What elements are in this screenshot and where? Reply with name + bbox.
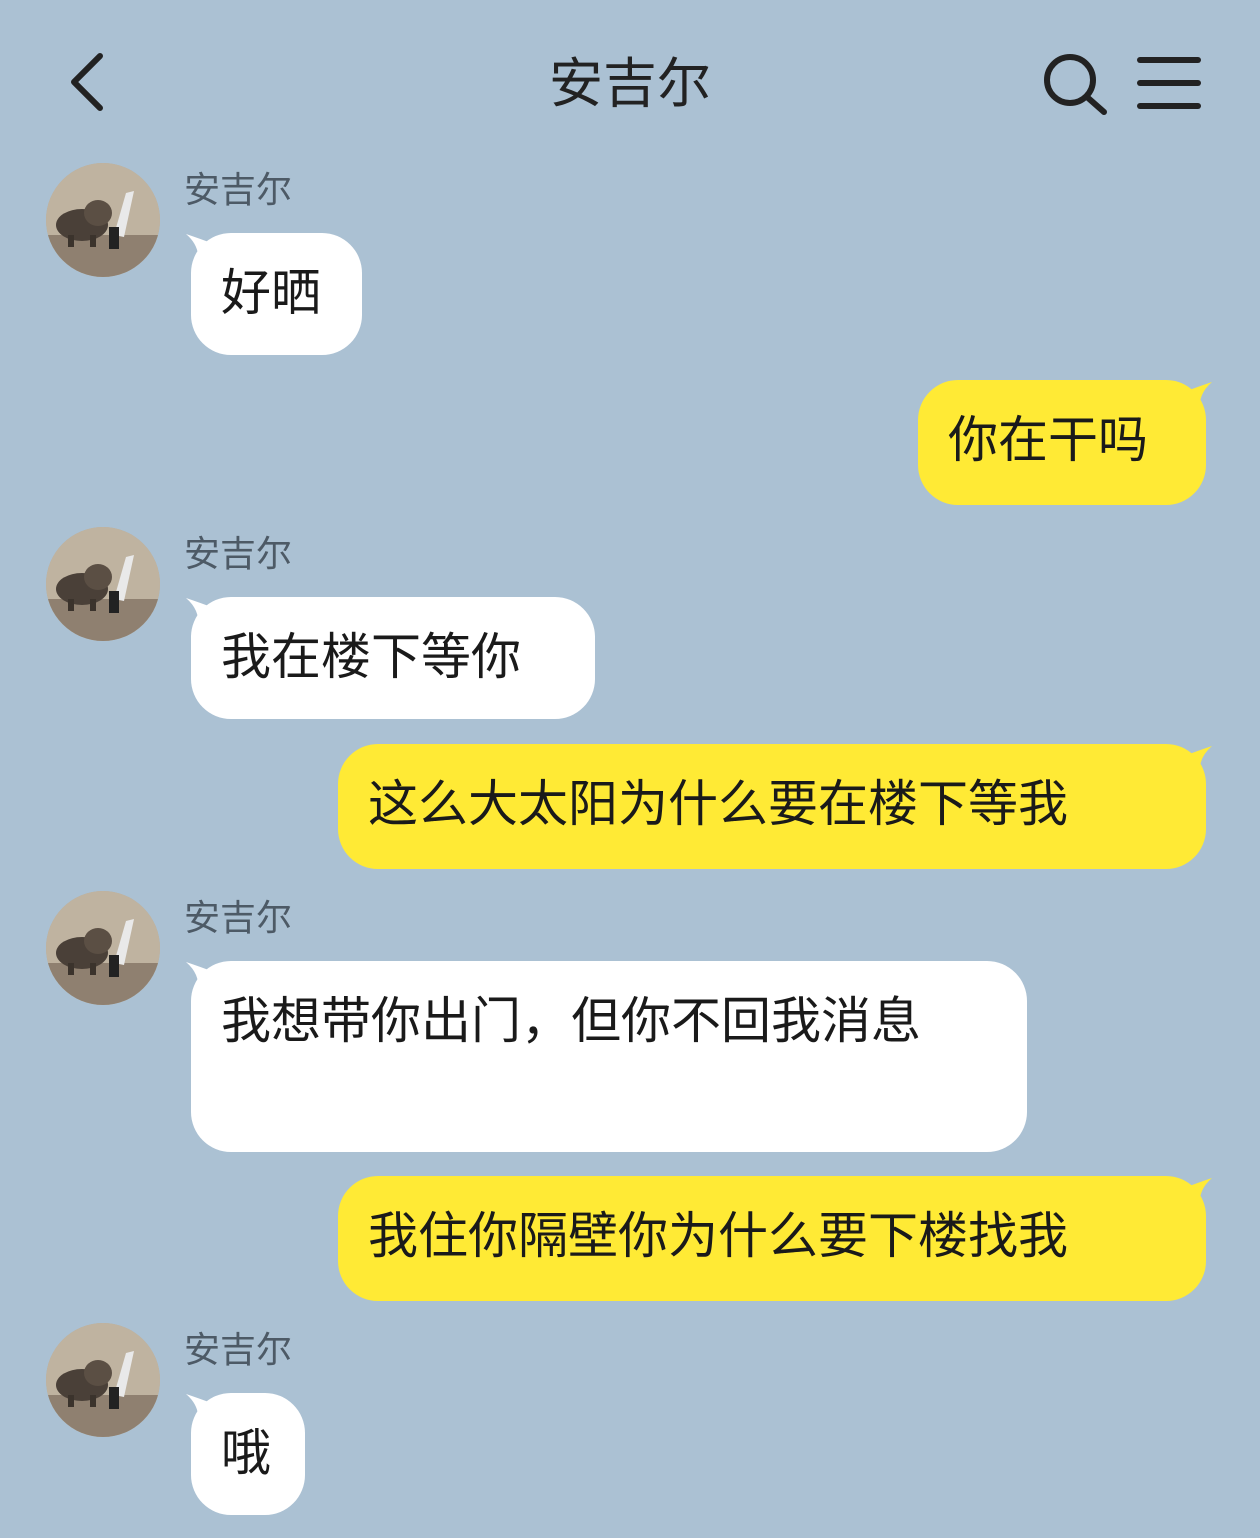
avatar[interactable] xyxy=(46,1323,160,1437)
search-icon xyxy=(1044,54,1107,115)
sender-name: 安吉尔 xyxy=(184,1330,293,1371)
message-bubble-outgoing[interactable]: 这么大太阳为什么要在楼下等我 xyxy=(338,744,1206,869)
sender-name: 安吉尔 xyxy=(184,170,293,211)
search-button[interactable] xyxy=(1040,50,1112,118)
message-bubble-incoming[interactable]: 我在楼下等你 xyxy=(191,597,595,719)
message-bubble-incoming[interactable]: 哦 xyxy=(191,1393,305,1515)
message-bubble-incoming[interactable]: 好晒 xyxy=(191,233,362,355)
sender-name: 安吉尔 xyxy=(184,898,293,939)
avatar[interactable] xyxy=(46,891,160,1005)
menu-button[interactable] xyxy=(1136,52,1202,114)
message-bubble-outgoing[interactable]: 你在干吗 xyxy=(918,380,1206,505)
message-bubble-incoming[interactable]: 我想带你出门，但你不回我消息 xyxy=(191,961,1027,1152)
sender-name: 安吉尔 xyxy=(184,534,293,575)
message-bubble-outgoing[interactable]: 我住你隔壁你为什么要下楼找我 xyxy=(338,1176,1206,1301)
avatar[interactable] xyxy=(46,163,160,277)
avatar[interactable] xyxy=(46,527,160,641)
chat-header: 安吉尔 xyxy=(0,0,1260,160)
menu-icon xyxy=(1137,57,1201,109)
